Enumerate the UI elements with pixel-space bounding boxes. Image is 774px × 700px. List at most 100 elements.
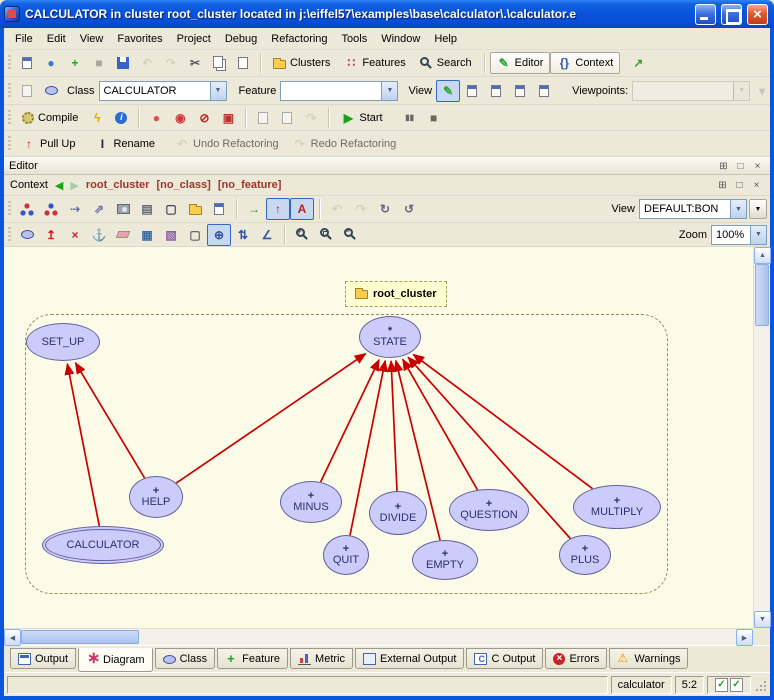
toolbar-grip[interactable]: [8, 227, 11, 243]
horizontal-scrollbar[interactable]: [4, 628, 753, 645]
client-link-icon[interactable]: ⇢: [63, 198, 87, 220]
stop-icon[interactable]: ■: [422, 107, 446, 129]
inheritance-edge-help-to-state[interactable]: [176, 354, 365, 484]
compile-button[interactable]: Compile: [15, 107, 85, 129]
scroll-left-icon[interactable]: [4, 629, 21, 646]
toolbar-grip[interactable]: [8, 201, 11, 217]
inheritance-edge-calculator-to-set_up[interactable]: [67, 364, 99, 526]
melt-icon[interactable]: ●: [144, 107, 168, 129]
inheritance-edge-divide-to-state[interactable]: [391, 361, 397, 491]
freeze-icon[interactable]: ◉: [168, 107, 192, 129]
menu-help[interactable]: Help: [427, 30, 464, 48]
cluster-label[interactable]: root_cluster: [345, 281, 447, 307]
diagram-undo-icon[interactable]: ↶: [325, 198, 349, 220]
class-node-empty[interactable]: +EMPTY: [412, 540, 478, 580]
anchor-tool-icon[interactable]: ⚓: [87, 224, 111, 246]
inheritance-link-icon[interactable]: ⇗: [87, 198, 111, 220]
debug-run-icon[interactable]: [251, 107, 275, 129]
context-cluster[interactable]: root_cluster: [86, 179, 150, 191]
vertical-scroll-thumb[interactable]: [755, 264, 769, 326]
zoom-out-icon[interactable]: [338, 224, 362, 246]
redo-refactoring-button[interactable]: ↷Redo Refactoring: [286, 133, 404, 155]
redo-icon[interactable]: ↷: [159, 52, 183, 74]
layout-grid-icon[interactable]: ▦: [135, 224, 159, 246]
chevron-down-icon[interactable]: ▼: [381, 82, 397, 100]
toolbar-grip[interactable]: [8, 110, 11, 126]
class-node-help[interactable]: +HELP: [129, 476, 183, 518]
tab-c-output[interactable]: C Output: [466, 648, 543, 669]
export-png-icon[interactable]: [111, 198, 135, 220]
class-node-plus[interactable]: +PLUS: [559, 535, 611, 575]
minimize-button[interactable]: [695, 4, 716, 25]
context-button[interactable]: {}Context: [550, 52, 620, 74]
search-button[interactable]: Search: [413, 52, 479, 74]
new-editor-window-icon[interactable]: [15, 52, 39, 74]
finalize-icon[interactable]: ⊘: [192, 107, 216, 129]
scroll-up-icon[interactable]: [754, 247, 771, 264]
toolbar-grip[interactable]: [8, 55, 11, 71]
tab-output[interactable]: Output: [10, 648, 76, 669]
delete-tool-icon[interactable]: ×: [63, 224, 87, 246]
eraser-tool-icon[interactable]: [111, 224, 135, 246]
title-bar[interactable]: CALCULATOR in cluster root_cluster locat…: [0, 0, 774, 28]
class-icon[interactable]: [39, 80, 63, 102]
external-editor-icon[interactable]: ↗: [626, 52, 650, 74]
class-node-calculator[interactable]: CALCULATOR: [42, 526, 164, 564]
debug-step-icon[interactable]: [275, 107, 299, 129]
zoom-combo[interactable]: 100%▼: [711, 225, 767, 245]
features-button[interactable]: ∷Features: [337, 52, 412, 74]
feature-combo[interactable]: ▼: [280, 81, 398, 101]
class-node-question[interactable]: +QUESTION: [449, 489, 529, 531]
start-button[interactable]: ▶Start: [334, 107, 389, 129]
open-icon[interactable]: ●: [39, 52, 63, 74]
close-icon[interactable]: ×: [749, 178, 764, 192]
menu-refactoring[interactable]: Refactoring: [264, 30, 334, 48]
undock-icon[interactable]: ⊞: [716, 159, 731, 173]
menu-tools[interactable]: Tools: [335, 30, 375, 48]
menu-view[interactable]: View: [73, 30, 111, 48]
paste-icon[interactable]: [231, 52, 255, 74]
crop-icon[interactable]: ▢: [183, 224, 207, 246]
put-class-icon[interactable]: [207, 198, 231, 220]
view-menu-button[interactable]: ▼: [749, 199, 767, 219]
angle-icon[interactable]: ∠: [255, 224, 279, 246]
diagram-redo-icon[interactable]: ↷: [349, 198, 373, 220]
menu-debug[interactable]: Debug: [218, 30, 264, 48]
clients-view-icon[interactable]: [484, 80, 508, 102]
label-tool-icon[interactable]: A: [290, 198, 314, 220]
class-node-minus[interactable]: +MINUS: [280, 481, 342, 523]
new-cluster-icon[interactable]: [183, 198, 207, 220]
tab-warnings[interactable]: Warnings: [609, 648, 688, 669]
new-class-tool-icon[interactable]: [15, 224, 39, 246]
class-node-state[interactable]: *STATE: [359, 316, 421, 358]
clusters-button[interactable]: Clusters: [266, 52, 337, 74]
layout-tree-icon[interactable]: ▧: [159, 224, 183, 246]
synchronize-icon[interactable]: ↻: [373, 198, 397, 220]
menu-file[interactable]: File: [8, 30, 40, 48]
class-node-multiply[interactable]: +MULTIPLY: [573, 485, 661, 529]
copy-icon[interactable]: [207, 52, 231, 74]
cancel-compilation-icon[interactable]: ▣: [216, 107, 240, 129]
rename-button[interactable]: IRename: [88, 133, 162, 155]
inheritance-mode-icon[interactable]: ↑: [266, 198, 290, 220]
force-layout-icon[interactable]: ⊕: [207, 224, 231, 246]
toolbar-grip[interactable]: [8, 83, 11, 99]
send-to-new-window-icon[interactable]: [15, 80, 39, 102]
horizontal-scroll-thumb[interactable]: [21, 630, 139, 644]
vertical-scrollbar[interactable]: [753, 247, 770, 628]
diagram-canvas[interactable]: root_cluster SET_UP*STATE+HELPCALCULATOR…: [4, 247, 753, 628]
zoom-in-icon[interactable]: [290, 224, 314, 246]
tab-class[interactable]: Class: [155, 648, 216, 669]
ancestors-view-icon[interactable]: [532, 80, 556, 102]
resize-grip[interactable]: [754, 677, 768, 693]
maximize-icon[interactable]: □: [732, 178, 747, 192]
zoom-fit-icon[interactable]: [314, 224, 338, 246]
new-class-icon[interactable]: +: [63, 52, 87, 74]
link-tool-icon[interactable]: →: [242, 198, 266, 220]
close-icon[interactable]: ×: [750, 159, 765, 173]
save-icon[interactable]: [111, 52, 135, 74]
flat-view-icon[interactable]: [460, 80, 484, 102]
toolbar-overflow-icon[interactable]: ▾: [750, 80, 774, 102]
class-node-quit[interactable]: +QUIT: [323, 535, 369, 575]
chevron-down-icon[interactable]: ▼: [733, 82, 749, 100]
